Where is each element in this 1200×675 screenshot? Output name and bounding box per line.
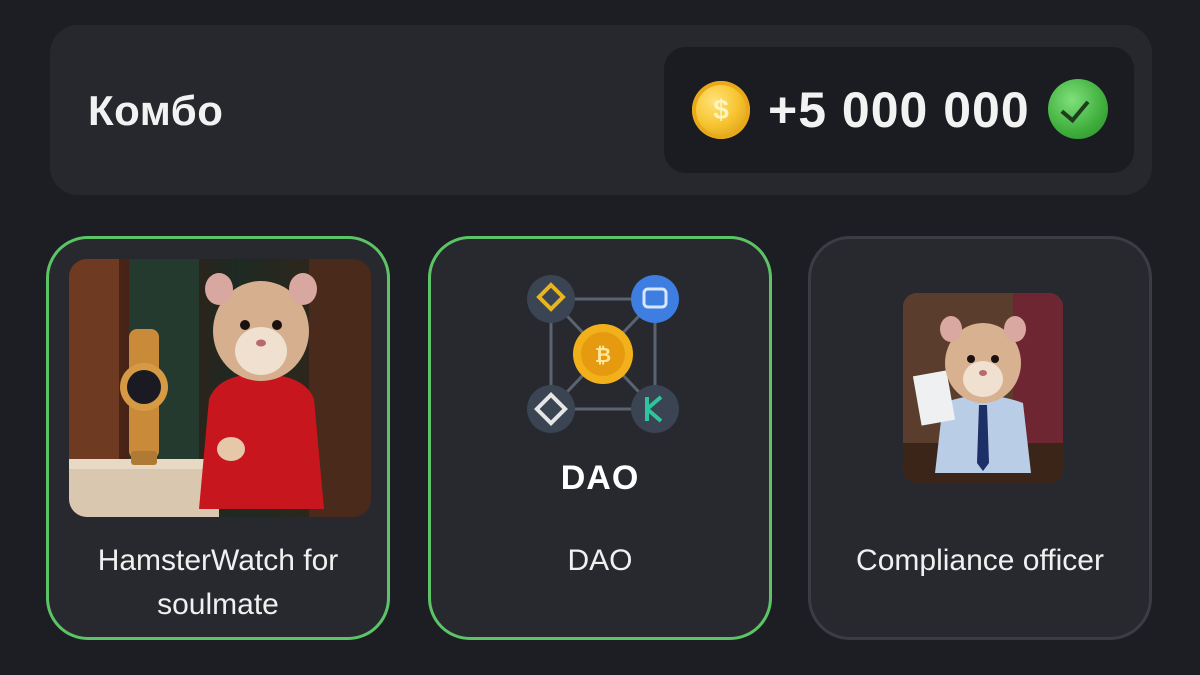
svg-text:₿: ₿: [595, 345, 611, 367]
card-label: DAO: [567, 544, 633, 577]
card-label: Compliance officer: [856, 544, 1104, 577]
reward-amount: +5 000 000: [768, 82, 1030, 138]
hamster-watch-image: [69, 259, 371, 517]
check-circle-icon: [1048, 79, 1108, 139]
combo-title: Комбо: [88, 87, 224, 134]
combo-reward: $ +5 000 000: [664, 47, 1134, 173]
hamster-office-image: [903, 293, 1063, 483]
combo-card-compliance[interactable]: Compliance officer: [808, 236, 1152, 640]
combo-header: Комбо $ +5 000 000: [50, 25, 1152, 195]
card-label: HamsterWatch for soulmate: [97, 544, 339, 621]
combo-card-dao[interactable]: ₿ DAO DAO: [428, 236, 772, 640]
combo-card-hamsterwatch[interactable]: HamsterWatch for soulmate: [46, 236, 390, 640]
dao-image-text: DAO: [560, 459, 640, 497]
dao-network-icon: ₿: [523, 269, 683, 439]
coin-icon: $: [692, 81, 750, 139]
